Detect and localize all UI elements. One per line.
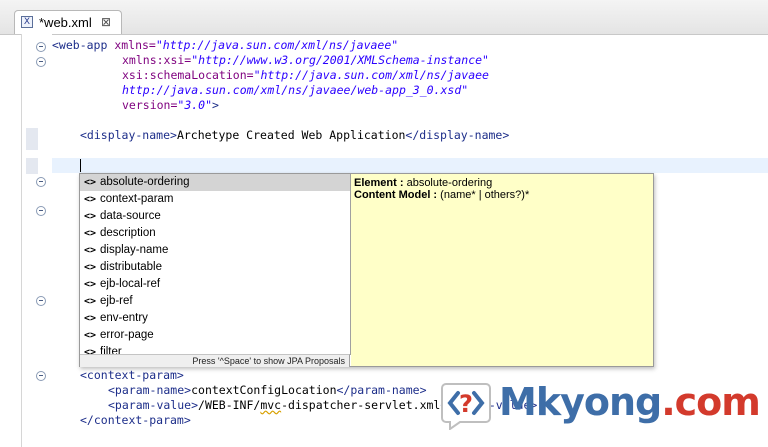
xml-element-icon: <> — [84, 313, 97, 324]
fold-toggle-icon[interactable] — [36, 371, 46, 381]
xml-element-icon: <> — [84, 245, 97, 256]
fold-toggle-icon[interactable] — [36, 177, 46, 187]
proposal-item[interactable]: <> env-entry — [80, 310, 350, 327]
code-line: xmlns:xsi="http://www.w3.org/2001/XMLSch… — [122, 53, 489, 67]
proposal-info-panel: Element : absolute-ordering Content Mode… — [351, 174, 653, 366]
editor-gutter — [22, 34, 52, 447]
proposal-item[interactable]: <> display-name — [80, 242, 350, 259]
proposal-label: data-source — [100, 210, 161, 222]
content-assist-popup[interactable]: <> absolute-ordering <> context-param <> data… — [79, 173, 654, 367]
proposal-label: context-param — [100, 193, 174, 205]
fold-toggle-icon[interactable] — [36, 42, 46, 52]
proposal-list[interactable]: <> absolute-ordering <> context-param <> data… — [80, 174, 351, 355]
xml-element-icon: <> — [84, 330, 97, 341]
mkyong-watermark: ? Mkyong.com — [436, 376, 766, 436]
proposal-label: env-entry — [100, 312, 148, 324]
proposal-item[interactable]: <> distributable — [80, 259, 350, 276]
editor-tab-bar: X *web.xml ⊠ — [0, 0, 768, 35]
proposal-label: distributable — [100, 261, 163, 273]
tab-title: *web.xml — [39, 15, 92, 30]
xml-element-icon: <> — [84, 296, 97, 307]
proposal-item[interactable]: <> context-param — [80, 191, 350, 208]
proposal-item[interactable]: <> ejb-local-ref — [80, 276, 350, 293]
proposal-item[interactable]: <> description — [80, 225, 350, 242]
fold-toggle-icon[interactable] — [36, 57, 46, 67]
content-model-value: (name* | others?)* — [440, 189, 530, 201]
code-line: <param-name>contextConfigLocation</param… — [108, 383, 427, 397]
proposal-label: ejb-local-ref — [100, 278, 161, 290]
proposal-label: description — [100, 227, 156, 239]
code-line: <display-name>Archetype Created Web Appl… — [80, 128, 510, 142]
brand-name: Mkyong.com — [499, 380, 761, 424]
code-line: http://java.sun.com/xml/ns/javaee/web-ap… — [122, 83, 469, 97]
code-line: xsi:schemaLocation="http://java.sun.com/… — [122, 68, 489, 82]
tab-web-xml[interactable]: X *web.xml ⊠ — [14, 10, 122, 34]
xml-element-icon: <> — [84, 279, 97, 290]
current-line-highlight — [52, 158, 768, 173]
code-line: </context-param> — [80, 413, 191, 427]
xml-element-icon: <> — [84, 228, 97, 239]
gutter-marker — [26, 158, 38, 174]
svg-text:?: ? — [459, 390, 473, 418]
proposal-label: error-page — [100, 329, 154, 341]
fold-toggle-icon[interactable] — [36, 296, 46, 306]
proposal-label: display-name — [100, 244, 169, 256]
text-cursor — [80, 159, 81, 172]
mkyong-logo-icon: ? — [441, 383, 491, 430]
proposal-label: ejb-ref — [100, 295, 133, 307]
code-line: version="3.0"> — [122, 98, 219, 112]
xml-element-icon: <> — [84, 211, 97, 222]
proposal-item[interactable]: <> absolute-ordering — [80, 174, 350, 191]
close-icon[interactable]: ⊠ — [101, 15, 111, 29]
gutter-marker — [26, 128, 38, 150]
xml-element-icon: <> — [84, 177, 97, 188]
fold-toggle-icon[interactable] — [36, 206, 46, 216]
code-line: <context-param> — [80, 368, 184, 382]
xml-file-icon: X — [21, 16, 33, 28]
proposal-item[interactable]: <> error-page — [80, 327, 350, 344]
content-model-label: Content Model : — [354, 189, 438, 201]
proposal-item[interactable]: <> data-source — [80, 208, 350, 225]
element-value: absolute-ordering — [406, 177, 493, 189]
element-label: Element : — [354, 177, 404, 189]
proposal-label: absolute-ordering — [100, 176, 190, 188]
proposal-status-hint: Press '^Space' to show JPA Proposals — [80, 354, 350, 367]
xml-element-icon: <> — [84, 262, 97, 273]
proposal-item[interactable]: <> ejb-ref — [80, 293, 350, 310]
code-line: <web-app xmlns="http://java.sun.com/xml/… — [52, 38, 399, 52]
xml-element-icon: <> — [84, 194, 97, 205]
